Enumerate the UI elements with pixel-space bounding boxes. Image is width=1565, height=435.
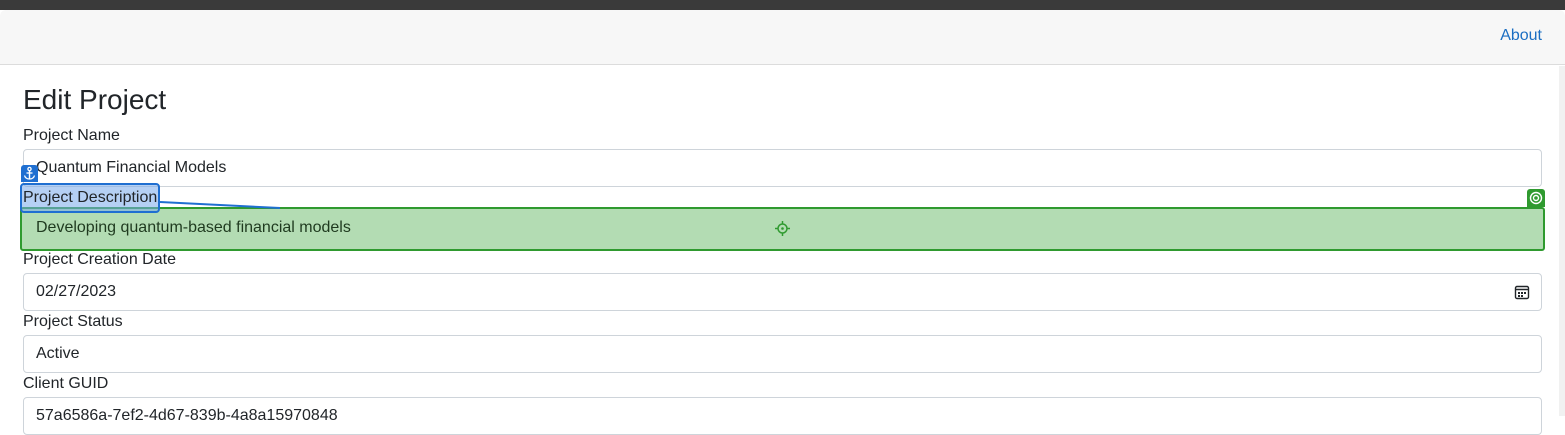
project-status-input[interactable]: Active [23,335,1542,373]
project-name-input[interactable]: Quantum Financial Models [23,149,1542,187]
navbar: About [0,10,1565,65]
crosshair-icon [775,221,790,236]
project-description-value: Developing quantum-based financial model… [36,219,351,236]
project-creation-date-value: 02/27/2023 [36,283,117,300]
calendar-icon[interactable] [1514,284,1530,300]
client-guid-input[interactable]: 57a6586a-7ef2-4d67-839b-4a8a15970848 [23,397,1542,435]
project-description-label: Project Description [23,189,158,206]
scrollbar[interactable] [1559,66,1565,416]
client-guid-label: Client GUID [23,375,109,392]
project-name-label: Project Name [23,127,120,144]
window-top-strip [0,0,1565,10]
project-creation-date-label: Project Creation Date [23,251,176,268]
project-creation-date-input[interactable]: 02/27/2023 [23,273,1542,311]
nav-link-about[interactable]: About [1500,27,1542,45]
anchor-icon [21,165,38,182]
page-title: Edit Project [23,84,167,115]
target-icon [1527,189,1545,207]
project-status-label: Project Status [23,313,123,330]
